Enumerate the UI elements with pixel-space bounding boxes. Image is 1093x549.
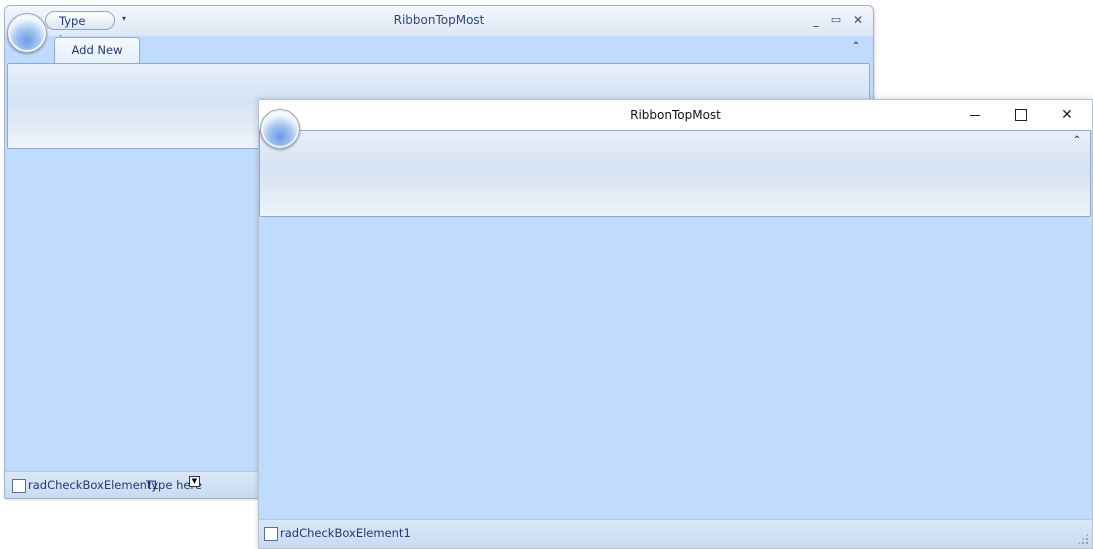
title-bar[interactable]: Type here ▾ RibbonTopMost _ ▭ ✕ [5, 6, 873, 47]
status-checkbox-label[interactable]: radCheckBoxElement1 [28, 478, 159, 492]
status-bar: radCheckBoxElement1 [259, 519, 1092, 548]
ribbon-form-runtime: RibbonTopMost ✕ ⌃ radCheckBoxElement1 [258, 99, 1093, 549]
chevron-up-icon[interactable]: ⌃ [1070, 134, 1084, 148]
ribbon-panel: ⌃ [259, 130, 1091, 217]
window-title: RibbonTopMost [393, 13, 485, 27]
dropdown-arrow-icon[interactable]: ▼ [189, 476, 200, 487]
status-checkbox[interactable] [264, 527, 278, 541]
chevron-up-icon[interactable]: ⌃ [849, 40, 863, 54]
title-bar[interactable]: RibbonTopMost ✕ [259, 100, 1092, 130]
status-checkbox-label[interactable]: radCheckBoxElement1 [280, 526, 411, 540]
maximize-icon[interactable] [998, 100, 1044, 130]
size-grip-icon[interactable] [1077, 533, 1089, 545]
status-checkbox[interactable] [12, 479, 26, 493]
maximize-icon[interactable]: ▭ [827, 11, 845, 29]
app-orb-icon[interactable] [7, 13, 47, 53]
tab-add-new[interactable]: Add New Tab... [54, 37, 140, 81]
ribbon-tabstrip: Add New Tab... ⌃ [5, 36, 873, 81]
minimize-icon[interactable]: _ [807, 11, 825, 29]
close-icon[interactable]: ✕ [1044, 100, 1090, 130]
minimize-icon[interactable] [952, 100, 998, 130]
close-icon[interactable]: ✕ [849, 11, 867, 29]
app-orb-icon[interactable] [260, 109, 300, 149]
